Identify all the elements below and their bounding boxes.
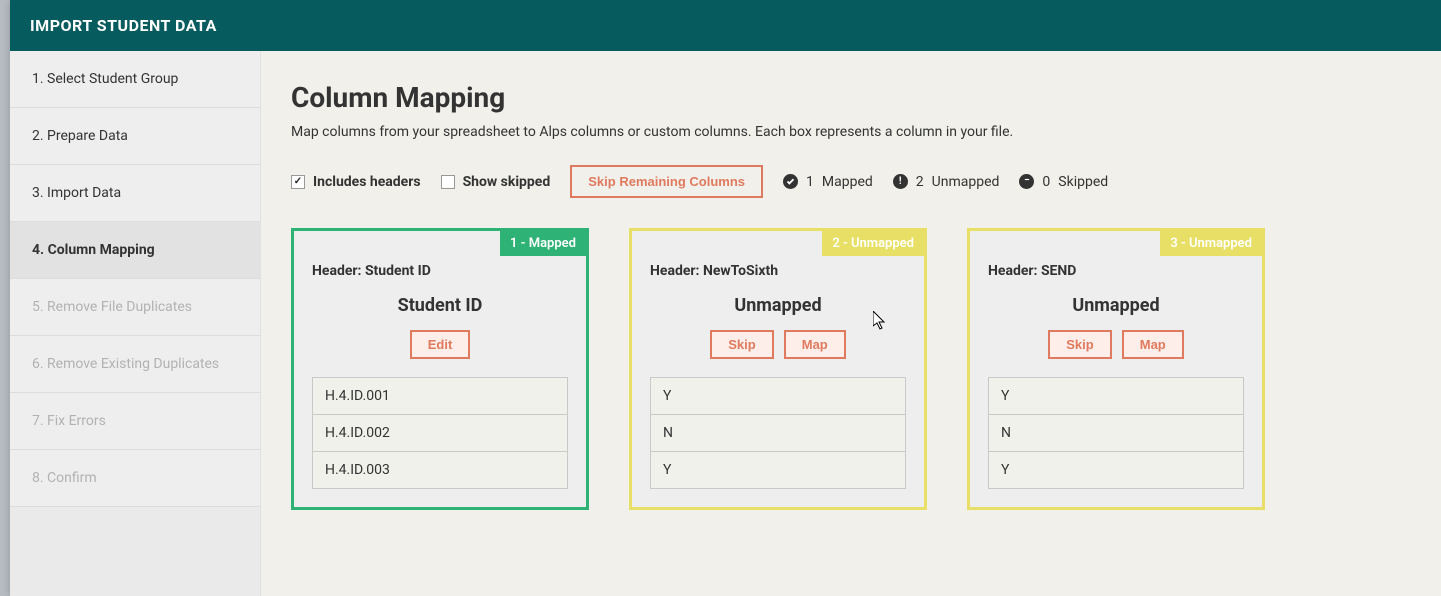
sidebar-item-prepare-data[interactable]: 2. Prepare Data — [10, 108, 260, 165]
check-circle-icon — [783, 174, 798, 189]
includes-headers-checkbox[interactable]: Includes headers — [291, 174, 421, 190]
mapped-count: 1 — [806, 174, 814, 190]
window-title: Import Student Data — [30, 16, 217, 35]
sidebar-item-label: 8. Confirm — [32, 470, 97, 486]
unmapped-status: ! 2 Unmapped — [893, 174, 1000, 190]
checkbox-icon — [291, 175, 305, 189]
minus-circle-icon — [1019, 174, 1034, 189]
unmapped-label: Unmapped — [932, 174, 1000, 190]
map-button[interactable]: Map — [1122, 330, 1184, 359]
column-cards-row: 1 - Mapped Header: Student ID Student ID… — [291, 228, 1411, 510]
show-skipped-label: Show skipped — [463, 174, 551, 190]
skip-button[interactable]: Skip — [710, 330, 773, 359]
card-header: Header: NewToSixth — [650, 263, 906, 279]
skip-remaining-button[interactable]: Skip Remaining Columns — [570, 165, 763, 198]
data-cell: N — [989, 415, 1244, 452]
data-cell: Y — [989, 378, 1244, 415]
sidebar-item-label: 5. Remove File Duplicates — [32, 299, 192, 315]
data-cell: Y — [651, 452, 906, 489]
page-title: Column Mapping — [291, 81, 1411, 114]
skip-button[interactable]: Skip — [1048, 330, 1111, 359]
sidebar-item-label: 7. Fix Errors — [32, 413, 106, 429]
map-button[interactable]: Map — [784, 330, 846, 359]
mapped-label: Mapped — [822, 174, 873, 190]
checkbox-icon — [441, 175, 455, 189]
mapped-status: 1 Mapped — [783, 174, 873, 190]
column-card-2: 2 - Unmapped Header: NewToSixth Unmapped… — [629, 228, 927, 510]
card-data-preview: Y N Y — [988, 377, 1244, 489]
sidebar-item-import-data[interactable]: 3. Import Data — [10, 165, 260, 222]
card-title: Student ID — [312, 295, 568, 316]
page-description: Map columns from your spreadsheet to Alp… — [291, 124, 1411, 140]
sidebar-item-label: 3. Import Data — [32, 185, 121, 201]
data-cell: Y — [989, 452, 1244, 489]
card-badge: 3 - Unmapped — [1160, 231, 1262, 256]
sidebar-item-label: 1. Select Student Group — [32, 71, 178, 87]
includes-headers-label: Includes headers — [313, 174, 421, 190]
card-data-preview: H.4.ID.001 H.4.ID.002 H.4.ID.003 — [312, 377, 568, 489]
unmapped-count: 2 — [916, 174, 924, 190]
data-cell: H.4.ID.002 — [313, 415, 568, 452]
card-title: Unmapped — [650, 295, 906, 316]
sidebar-item-remove-file-duplicates: 5. Remove File Duplicates — [10, 279, 260, 336]
alert-circle-icon: ! — [893, 174, 908, 189]
data-cell: H.4.ID.001 — [313, 378, 568, 415]
card-badge: 1 - Mapped — [500, 231, 586, 256]
data-cell: N — [651, 415, 906, 452]
sidebar-item-label: 2. Prepare Data — [32, 128, 128, 144]
sidebar-item-fix-errors: 7. Fix Errors — [10, 393, 260, 450]
content-row: 1. Select Student Group 2. Prepare Data … — [10, 51, 1441, 596]
skipped-status: 0 Skipped — [1019, 174, 1108, 190]
data-cell: Y — [651, 378, 906, 415]
skipped-label: Skipped — [1058, 174, 1108, 190]
column-card-1: 1 - Mapped Header: Student ID Student ID… — [291, 228, 589, 510]
sidebar-item-select-group[interactable]: 1. Select Student Group — [10, 51, 260, 108]
show-skipped-checkbox[interactable]: Show skipped — [441, 174, 551, 190]
card-title: Unmapped — [988, 295, 1244, 316]
card-badge: 2 - Unmapped — [822, 231, 924, 256]
column-card-3: 3 - Unmapped Header: SEND Unmapped Skip … — [967, 228, 1265, 510]
sidebar-item-column-mapping[interactable]: 4. Column Mapping — [10, 222, 260, 279]
sidebar-item-label: 6. Remove Existing Duplicates — [32, 356, 219, 372]
edit-button[interactable]: Edit — [410, 330, 471, 359]
card-header: Header: SEND — [988, 263, 1244, 279]
sidebar-item-label: 4. Column Mapping — [32, 242, 155, 258]
card-data-preview: Y N Y — [650, 377, 906, 489]
sidebar-item-confirm: 8. Confirm — [10, 450, 260, 507]
toolbar: Includes headers Show skipped Skip Remai… — [291, 165, 1411, 198]
sidebar: 1. Select Student Group 2. Prepare Data … — [10, 51, 261, 596]
app-window: Import Student Data 1. Select Student Gr… — [10, 0, 1441, 596]
data-cell: H.4.ID.003 — [313, 452, 568, 489]
obscured-background — [0, 0, 10, 596]
sidebar-item-remove-existing-duplicates: 6. Remove Existing Duplicates — [10, 336, 260, 393]
card-header: Header: Student ID — [312, 263, 568, 279]
skipped-count: 0 — [1042, 174, 1050, 190]
window-title-bar: Import Student Data — [10, 0, 1441, 51]
main-panel: Column Mapping Map columns from your spr… — [261, 51, 1441, 596]
